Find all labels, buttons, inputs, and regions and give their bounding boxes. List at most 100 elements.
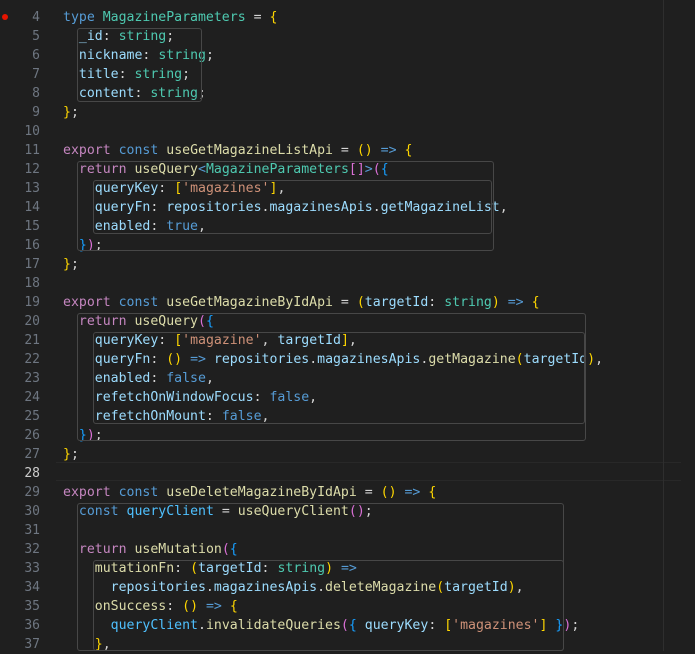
line-number[interactable]: 22 bbox=[0, 350, 40, 369]
code-token: => bbox=[190, 352, 206, 367]
line-number[interactable]: 12 bbox=[0, 160, 40, 179]
line-number[interactable]: 37 bbox=[0, 635, 40, 654]
code-area[interactable]: type MagazineParameters = { _id: string;… bbox=[56, 0, 695, 651]
line-number[interactable]: 32 bbox=[0, 540, 40, 559]
line-number[interactable]: 9 bbox=[0, 103, 40, 122]
code-editor[interactable]: 4 5 6 7 8 9 10 11 12 13 14 15 16 17 18 19 20 21 22 23 24 25 26… bbox=[0, 0, 695, 654]
code-token: = bbox=[245, 10, 270, 25]
line-number[interactable]: 36 bbox=[0, 616, 40, 635]
code-token: ) bbox=[86, 238, 95, 253]
line-number[interactable]: 33 bbox=[0, 559, 40, 578]
code-line[interactable]: const queryClient = useQueryClient(); bbox=[63, 502, 373, 521]
line-number[interactable]: 16 bbox=[0, 236, 40, 255]
code-line[interactable]: enabled: true, bbox=[63, 217, 206, 236]
code-line[interactable]: repositories.magazinesApis.deleteMagazin… bbox=[63, 578, 524, 597]
code-token: ) bbox=[325, 561, 334, 576]
code-line[interactable]: }); bbox=[63, 426, 103, 445]
breakpoint-icon[interactable] bbox=[2, 14, 8, 20]
code-token: , bbox=[261, 333, 278, 348]
code-line[interactable]: }); bbox=[63, 236, 103, 255]
line-number[interactable]: 10 bbox=[0, 122, 40, 141]
code-line[interactable]: queryFn: () => repositories.magazinesApi… bbox=[63, 350, 603, 369]
line-number[interactable]: 19 bbox=[0, 293, 40, 312]
code-line[interactable]: refetchOnWindowFocus: false, bbox=[63, 388, 317, 407]
line-number[interactable]: 20 bbox=[0, 312, 40, 331]
code-token: } bbox=[78, 428, 87, 443]
code-token: . bbox=[205, 580, 214, 595]
code-token: string bbox=[444, 295, 492, 310]
line-number[interactable]: 24 bbox=[0, 388, 40, 407]
code-token: => bbox=[507, 295, 524, 310]
line-number[interactable]: 31 bbox=[0, 521, 40, 540]
line-number[interactable]: 13 bbox=[0, 179, 40, 198]
line-number[interactable]: 6 bbox=[0, 46, 40, 65]
line-number[interactable]: 5 bbox=[0, 27, 40, 46]
line-number-gutter[interactable]: 4 5 6 7 8 9 10 11 12 13 14 15 16 17 18 19 20 21 22 23 24 25 26… bbox=[0, 0, 56, 654]
code-line[interactable]: }; bbox=[63, 103, 79, 122]
code-token: _id bbox=[78, 29, 103, 44]
code-line[interactable]: enabled: false, bbox=[63, 369, 214, 388]
line-number[interactable]: 30 bbox=[0, 502, 40, 521]
line-number[interactable]: 11 bbox=[0, 141, 40, 160]
code-line[interactable]: queryClient.invalidateQueries({ queryKey… bbox=[63, 616, 580, 635]
line-number[interactable]: 21 bbox=[0, 331, 40, 350]
code-line[interactable]: _id: string; bbox=[63, 27, 174, 46]
code-token: , bbox=[595, 352, 604, 367]
code-line[interactable]: export const useGetMagazineListApi = () … bbox=[63, 141, 412, 160]
code-line[interactable]: mutationFn: (targetId: string) => bbox=[63, 559, 357, 578]
code-token: , bbox=[309, 390, 318, 405]
code-line[interactable]: onSuccess: () => { bbox=[63, 597, 238, 616]
code-token: () bbox=[166, 352, 183, 367]
code-token: } bbox=[78, 238, 87, 253]
line-number[interactable]: 23 bbox=[0, 369, 40, 388]
line-number[interactable]: 18 bbox=[0, 274, 40, 293]
line-number[interactable]: 26 bbox=[0, 426, 40, 445]
code-line[interactable]: title: string; bbox=[63, 65, 190, 84]
code-line[interactable]: type MagazineParameters = { bbox=[63, 8, 277, 27]
line-number[interactable]: 15 bbox=[0, 217, 40, 236]
line-number[interactable]: 7 bbox=[0, 65, 40, 84]
line-number[interactable]: 28 bbox=[0, 464, 40, 483]
code-line[interactable]: refetchOnMount: false, bbox=[63, 407, 270, 426]
code-token: magazinesApis bbox=[317, 352, 421, 367]
code-token: title bbox=[78, 67, 119, 82]
line-number[interactable]: 14 bbox=[0, 198, 40, 217]
line-number[interactable]: 8 bbox=[0, 84, 40, 103]
code-line[interactable]: content: string; bbox=[63, 84, 206, 103]
code-token: . bbox=[317, 580, 326, 595]
code-line[interactable]: }; bbox=[63, 255, 79, 274]
line-number[interactable]: 29 bbox=[0, 483, 40, 502]
code-line[interactable]: export const useDeleteMagazineByIdApi = … bbox=[63, 483, 436, 502]
code-line[interactable]: return useQuery({ bbox=[63, 312, 214, 331]
line-number[interactable]: 25 bbox=[0, 407, 40, 426]
code-token: queryClient bbox=[110, 618, 198, 633]
code-line[interactable]: }, bbox=[63, 635, 111, 651]
code-token: getMagazineList bbox=[380, 200, 500, 215]
code-line[interactable]: return useQuery<MagazineParameters[]>({ bbox=[63, 160, 389, 179]
line-number[interactable]: 35 bbox=[0, 597, 40, 616]
code-line[interactable]: export const useGetMagazineByIdApi = (ta… bbox=[63, 293, 540, 312]
code-line[interactable]: return useMutation({ bbox=[63, 540, 238, 559]
vertical-scrollbar[interactable] bbox=[681, 0, 695, 651]
line-number[interactable]: 17 bbox=[0, 255, 40, 274]
code-line[interactable]: nickname: string; bbox=[63, 46, 214, 65]
line-number[interactable]: 27 bbox=[0, 445, 40, 464]
line-number[interactable]: 34 bbox=[0, 578, 40, 597]
code-line[interactable]: queryKey: ['magazine', targetId], bbox=[63, 331, 357, 350]
code-token: . bbox=[309, 352, 318, 367]
code-token: invalidateQueries bbox=[205, 618, 341, 633]
code-token: { bbox=[531, 295, 540, 310]
code-token: => bbox=[380, 143, 397, 158]
code-line[interactable]: queryFn: repositories.magazinesApis.getM… bbox=[63, 198, 508, 217]
code-token: useGetMagazineByIdApi bbox=[166, 295, 333, 310]
code-line[interactable]: queryKey: ['magazines'], bbox=[63, 179, 286, 198]
code-line[interactable]: }; bbox=[63, 445, 79, 464]
code-token: ; bbox=[198, 86, 206, 101]
